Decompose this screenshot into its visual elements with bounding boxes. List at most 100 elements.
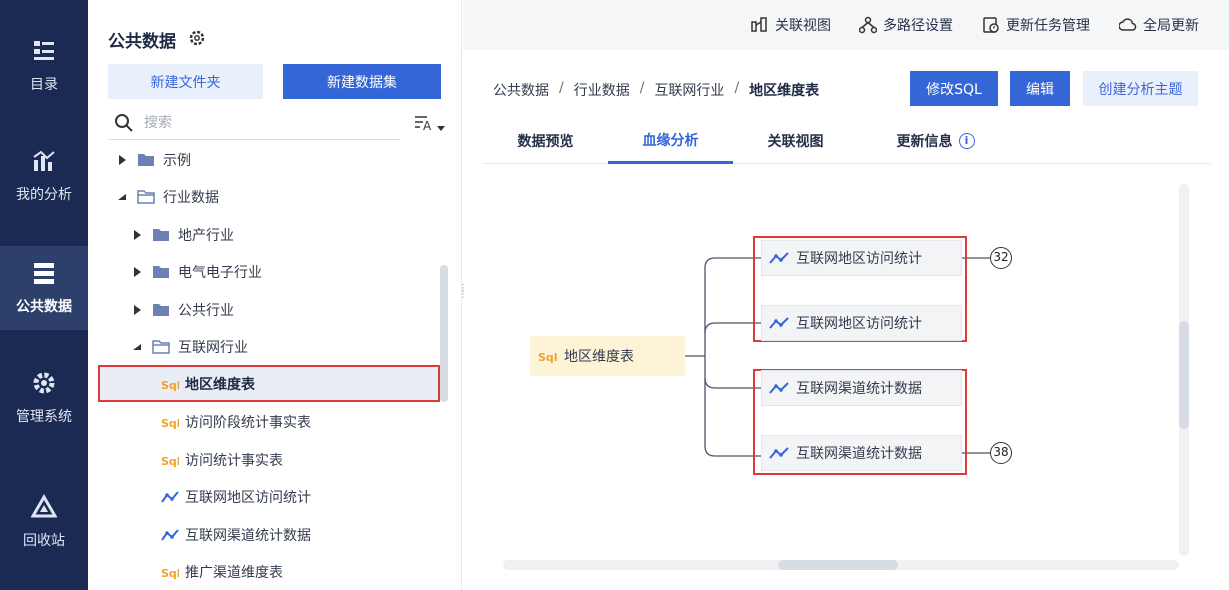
related-view-icon bbox=[751, 17, 767, 32]
tree-item-label: 行业数据 bbox=[163, 189, 219, 206]
breadcrumb-separator: / bbox=[639, 80, 645, 96]
svg-text:Sql: Sql bbox=[161, 455, 179, 467]
global-update-button[interactable]: 全局更新 bbox=[1119, 15, 1199, 35]
downstream-count-badge[interactable]: 32 bbox=[990, 247, 1012, 269]
tree-item-internet-region-visits[interactable]: 互联网地区访问统计 bbox=[161, 478, 311, 515]
nav-item-my-analysis[interactable]: 我的分析 bbox=[0, 134, 88, 218]
tab-data-preview[interactable]: 数据预览 bbox=[483, 118, 608, 164]
edit-sql-button[interactable]: 修改SQL bbox=[910, 71, 998, 106]
tree-item-label: 访问阶段统计事实表 bbox=[185, 414, 311, 431]
tree-item-label: 互联网行业 bbox=[178, 339, 248, 356]
multipath-settings-button[interactable]: 多路径设置 bbox=[859, 15, 953, 35]
tree-item-public-industry[interactable]: 公共行业 bbox=[131, 291, 234, 328]
downstream-count-badge[interactable]: 38 bbox=[990, 442, 1012, 464]
child-node-label: 互联网地区访问统计 bbox=[796, 251, 922, 267]
side-panel: 公共数据 新建文件夹 新建数据集 A 示例 行业数据 地产行业 电气电子行业 bbox=[88, 0, 462, 590]
search-box bbox=[108, 107, 400, 140]
create-topic-button[interactable]: 创建分析主题 bbox=[1083, 71, 1198, 106]
scrollbar-thumb[interactable] bbox=[1179, 321, 1189, 429]
lineage-child-node[interactable]: 互联网渠道统计数据 bbox=[761, 435, 962, 471]
toolbar-label: 更新任务管理 bbox=[1006, 18, 1090, 34]
tree-item-internet-channel-stats[interactable]: 互联网渠道统计数据 bbox=[161, 516, 311, 553]
nav-rail: 目录 我的分析 公共数据 管理系统 回收站 bbox=[0, 0, 88, 590]
breadcrumb-item[interactable]: 行业数据 bbox=[574, 80, 630, 100]
canvas-horizontal-scrollbar[interactable] bbox=[503, 560, 1179, 570]
tree-item-visit-fact[interactable]: Sql 访问统计事实表 bbox=[161, 441, 283, 478]
tree-item-label: 互联网渠道统计数据 bbox=[185, 527, 311, 544]
analysis-line-icon bbox=[769, 252, 789, 264]
nav-label: 回收站 bbox=[23, 533, 65, 549]
svg-text:Sql: Sql bbox=[538, 351, 558, 363]
svg-text:Sql: Sql bbox=[161, 379, 179, 391]
tab-label: 更新信息 bbox=[896, 134, 953, 150]
breadcrumb-item[interactable]: 互联网行业 bbox=[654, 80, 724, 100]
analysis-line-icon bbox=[769, 447, 789, 459]
sql-icon: Sql bbox=[161, 455, 179, 467]
gear-admin-icon bbox=[33, 372, 55, 394]
open-folder-icon bbox=[152, 340, 170, 354]
catalog-icon bbox=[34, 41, 54, 60]
collapse-arrow-icon bbox=[118, 193, 126, 200]
edit-button[interactable]: 编辑 bbox=[1010, 71, 1070, 106]
search-input[interactable] bbox=[144, 115, 344, 131]
expand-arrow-icon bbox=[119, 154, 126, 165]
nav-item-recycle[interactable]: 回收站 bbox=[0, 480, 88, 564]
tree-item-internet[interactable]: 互联网行业 bbox=[131, 328, 248, 365]
tab-update-info[interactable]: 更新信息 i bbox=[863, 118, 1008, 164]
main-area: 关联视图 多路径设置 更新任务管理 全局更新 公共数据 / 行业数据 / 互联网… bbox=[463, 0, 1229, 590]
analysis-line-icon bbox=[769, 317, 789, 329]
open-folder-icon bbox=[137, 190, 155, 204]
tree-item-label: 访问统计事实表 bbox=[185, 452, 283, 469]
task-manage-icon bbox=[983, 17, 999, 33]
related-view-button[interactable]: 关联视图 bbox=[751, 15, 831, 35]
breadcrumb-separator: / bbox=[734, 80, 740, 96]
tab-related-view[interactable]: 关联视图 bbox=[733, 118, 858, 164]
tree-item-region-dimension[interactable]: Sql 地区维度表 bbox=[98, 365, 440, 402]
lineage-canvas: Sql 地区维度表 互联网地区访问统计 互联网地区访问统计 互联网渠道统计数据 … bbox=[483, 170, 1188, 565]
folder-icon bbox=[138, 154, 154, 166]
nav-item-admin[interactable]: 管理系统 bbox=[0, 356, 88, 440]
expand-arrow-icon bbox=[134, 266, 141, 277]
lineage-root-node[interactable]: Sql 地区维度表 bbox=[530, 336, 685, 376]
tree-item-example[interactable]: 示例 bbox=[116, 141, 191, 178]
sql-icon: Sql bbox=[538, 351, 558, 363]
tree-item-label: 地产行业 bbox=[178, 227, 234, 244]
tree-item-promo-channel-dim[interactable]: Sql 推广渠道维度表 bbox=[161, 553, 283, 590]
sort-icon[interactable]: A bbox=[413, 112, 447, 136]
breadcrumb: 公共数据 / 行业数据 / 互联网行业 / 地区维度表 bbox=[493, 80, 819, 100]
tree-item-label: 示例 bbox=[163, 152, 191, 169]
panel-title: 公共数据 bbox=[108, 32, 176, 52]
search-icon bbox=[115, 114, 133, 132]
top-toolbar: 关联视图 多路径设置 更新任务管理 全局更新 bbox=[463, 0, 1229, 50]
scrollbar-thumb[interactable] bbox=[778, 560, 898, 570]
tree-item-real-estate[interactable]: 地产行业 bbox=[131, 216, 234, 253]
tree-item-label: 地区维度表 bbox=[185, 376, 255, 393]
nav-item-public-data[interactable]: 公共数据 bbox=[0, 246, 88, 330]
update-task-manage-button[interactable]: 更新任务管理 bbox=[982, 15, 1090, 35]
lineage-child-node[interactable]: 互联网渠道统计数据 bbox=[761, 370, 962, 406]
svg-text:Sql: Sql bbox=[161, 417, 179, 429]
tree-item-visit-stage-fact[interactable]: Sql 访问阶段统计事实表 bbox=[161, 403, 311, 440]
new-dataset-button[interactable]: 新建数据集 bbox=[283, 64, 441, 99]
nav-label: 公共数据 bbox=[16, 299, 72, 315]
canvas-vertical-scrollbar[interactable] bbox=[1179, 184, 1189, 556]
tree-item-label: 推广渠道维度表 bbox=[185, 564, 283, 581]
info-icon[interactable]: i bbox=[958, 133, 975, 149]
nav-label: 管理系统 bbox=[16, 409, 72, 425]
breadcrumb-item[interactable]: 公共数据 bbox=[493, 80, 549, 100]
tree-item-label: 互联网地区访问统计 bbox=[185, 489, 311, 506]
nav-item-catalog[interactable]: 目录 bbox=[0, 24, 88, 108]
new-folder-button[interactable]: 新建文件夹 bbox=[108, 64, 263, 99]
recycle-icon bbox=[31, 494, 57, 518]
settings-gear-icon[interactable] bbox=[188, 29, 206, 47]
public-data-icon bbox=[34, 263, 54, 284]
tab-lineage[interactable]: 血缘分析 bbox=[608, 118, 733, 164]
nav-label: 目录 bbox=[30, 77, 58, 93]
tree-item-industry-data[interactable]: 行业数据 bbox=[116, 178, 219, 215]
lineage-child-node[interactable]: 互联网地区访问统计 bbox=[761, 305, 962, 341]
tree-scrollbar[interactable] bbox=[440, 265, 448, 402]
lineage-child-node[interactable]: 互联网地区访问统计 bbox=[761, 240, 962, 276]
toolbar-label: 多路径设置 bbox=[883, 18, 953, 34]
tree-item-electrical[interactable]: 电气电子行业 bbox=[131, 253, 262, 290]
collapse-arrow-icon bbox=[133, 343, 141, 350]
